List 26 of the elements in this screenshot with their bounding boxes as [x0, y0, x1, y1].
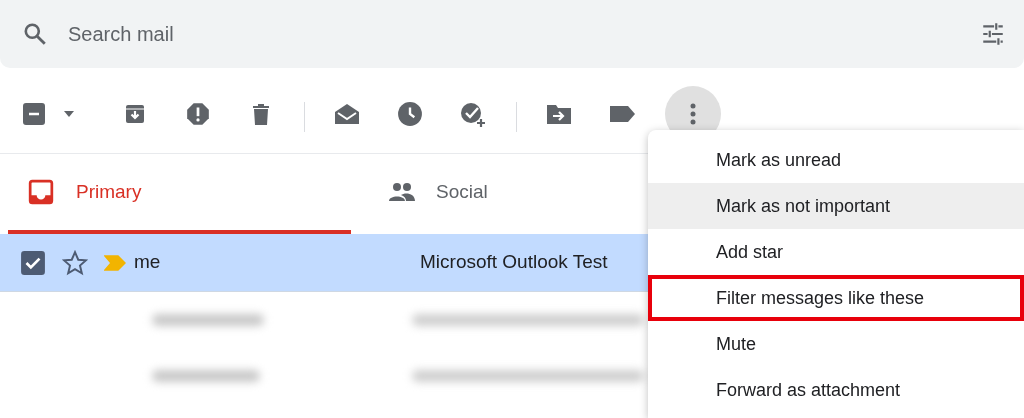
caret-icon — [63, 110, 75, 118]
importance-marker-icon — [104, 254, 126, 271]
inbox-icon — [28, 179, 54, 205]
open-envelope-icon — [334, 102, 360, 126]
sender-name: me — [134, 250, 162, 275]
trash-icon — [250, 102, 272, 126]
more-icon — [690, 103, 696, 125]
checkbox-icon — [22, 102, 46, 126]
archive-icon — [123, 102, 147, 126]
task-check-icon — [459, 100, 487, 128]
folder-arrow-icon — [546, 103, 572, 125]
search-field[interactable]: Search mail — [66, 18, 980, 50]
search-bar[interactable]: Search mail — [0, 0, 1024, 68]
people-icon — [388, 182, 416, 202]
search-options-button[interactable] — [980, 21, 1006, 47]
menu-item[interactable]: Mark as not important — [648, 183, 1024, 229]
email-subject: Microsoft Outlook Test — [420, 250, 608, 275]
clock-icon — [397, 101, 423, 127]
sliders-icon — [980, 21, 1006, 47]
alert-icon — [185, 101, 211, 127]
label-icon — [608, 105, 636, 123]
checkbox-icon — [20, 249, 46, 276]
star-icon — [62, 249, 88, 276]
search-icon — [22, 21, 48, 47]
menu-item[interactable]: Forward as attachment — [648, 367, 1024, 413]
menu-item[interactable]: Mute — [648, 321, 1024, 367]
